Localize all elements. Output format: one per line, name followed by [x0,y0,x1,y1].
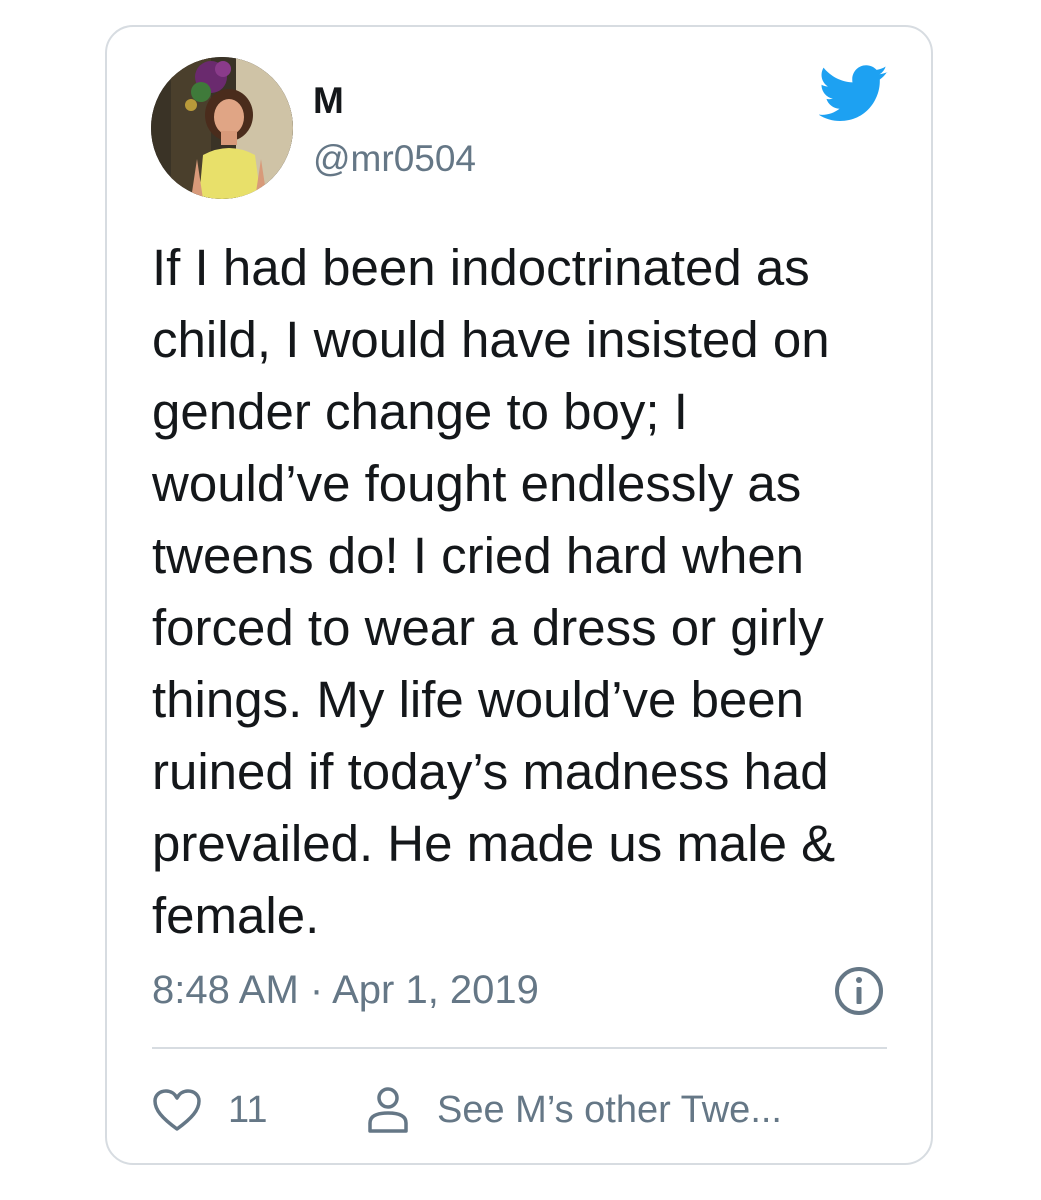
avatar[interactable] [151,57,293,199]
heart-icon [153,1089,201,1131]
tweet-card: M @mr0504 If I had been indoctrinated as… [105,25,933,1165]
like-count: 11 [228,1088,268,1131]
info-icon[interactable] [833,965,885,1017]
user-handle[interactable]: @mr0504 [313,137,476,181]
avatar-image [151,57,293,199]
twitter-bird-icon[interactable] [819,65,889,123]
tweet-timestamp[interactable]: 8:48 AM · Apr 1, 2019 [152,965,539,1015]
like-button[interactable]: 11 [152,1085,267,1135]
see-other-tweets-label: See M’s other Twe... [437,1088,782,1131]
tweet-text: If I had been indoctrinated as child, I … [152,239,836,944]
person-icon [368,1087,408,1133]
display-name[interactable]: M [313,79,344,123]
see-other-tweets-link[interactable]: See M’s other Twe... [365,1085,782,1135]
divider [152,1047,887,1049]
